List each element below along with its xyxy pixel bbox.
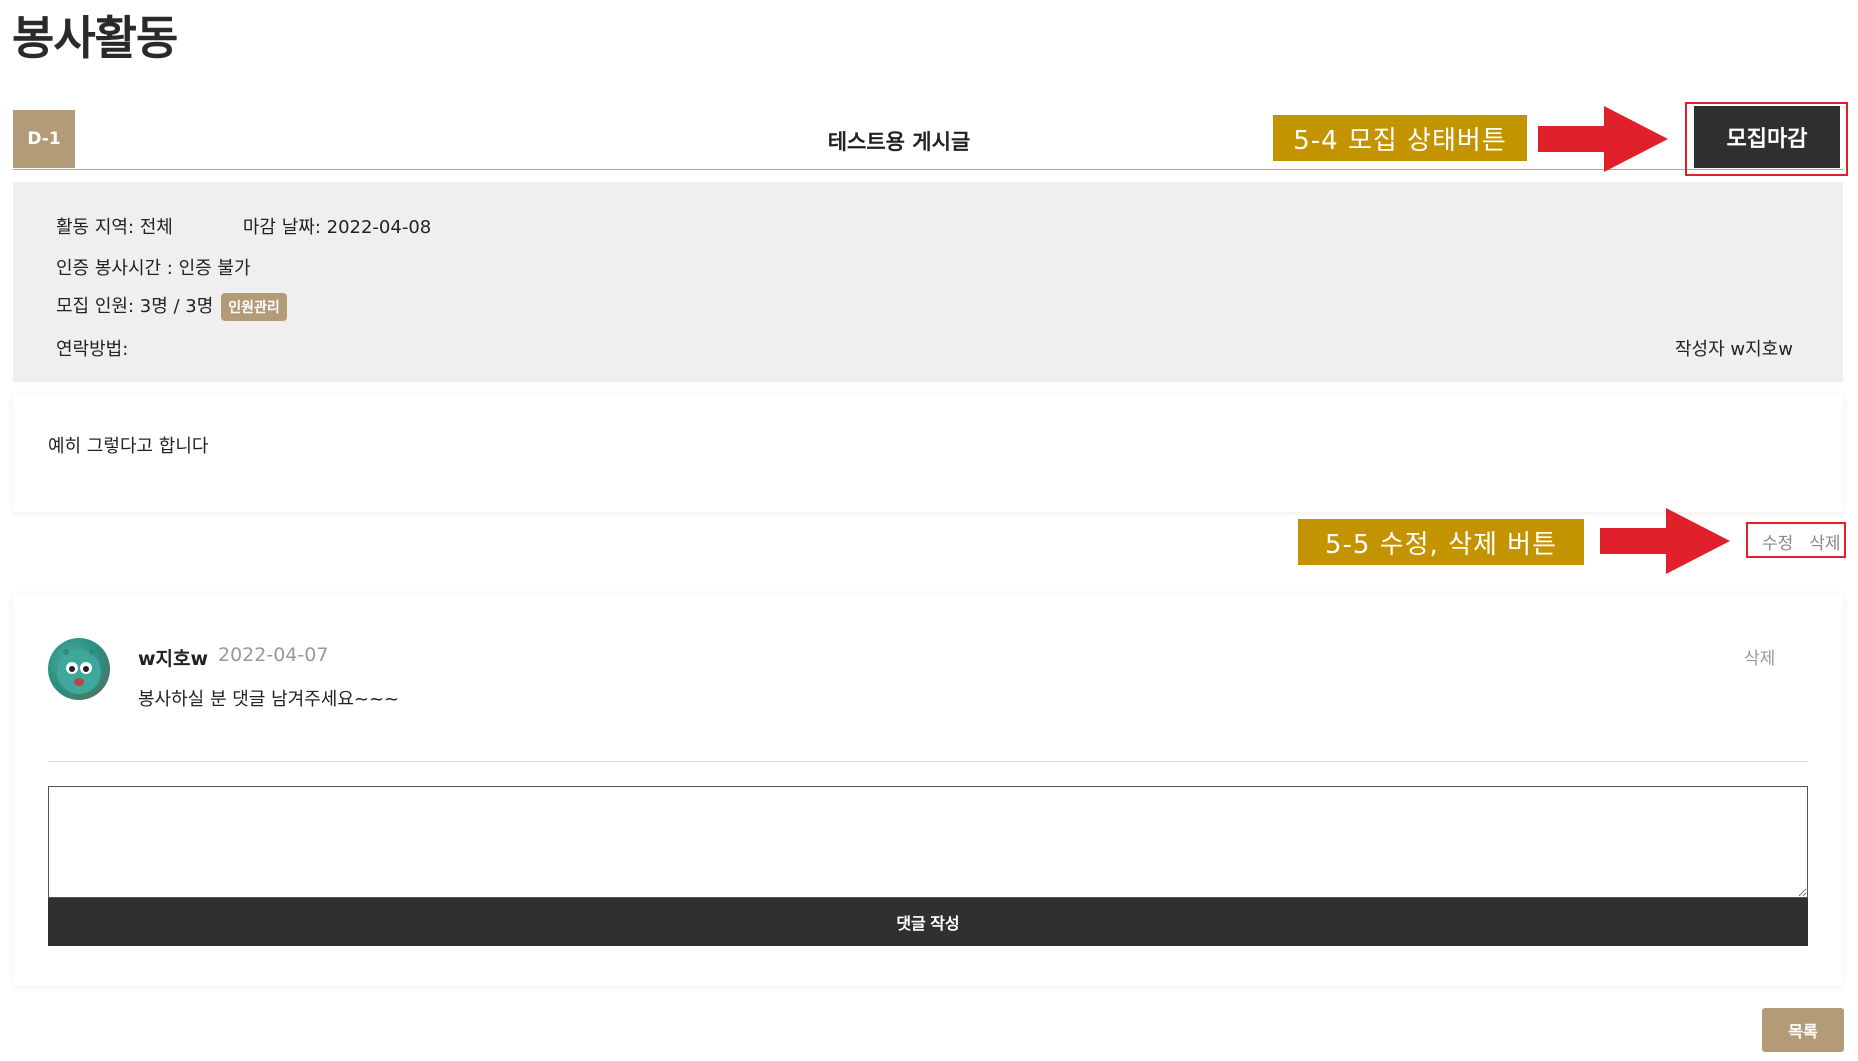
list-button[interactable]: 목록 <box>1762 1008 1844 1052</box>
member-manage-button[interactable]: 인원관리 <box>221 293 287 321</box>
info-cert-hours: 인증 봉사시간 : 인증 불가 <box>56 258 251 279</box>
post-content-card: 예히 그렇다고 합니다 <box>13 394 1843 512</box>
info-panel: 활동 지역: 전체 마감 날짜: 2022-04-08 인증 봉사시간 : 인증 … <box>13 182 1843 382</box>
annotation-arrow-icon <box>1600 508 1730 574</box>
post-content: 예히 그렇다고 합니다 <box>48 436 209 457</box>
info-author: 작성자 w지호w <box>1675 339 1793 360</box>
annotation-recruit-label: 5-4 모집 상태버튼 <box>1273 115 1527 161</box>
annotation-edit-delete-label: 5-5 수정, 삭제 버튼 <box>1298 519 1584 565</box>
annotation-arrow-icon <box>1538 106 1668 172</box>
comment-date: 2022-04-07 <box>218 644 329 666</box>
info-contact: 연락방법: <box>56 339 129 360</box>
comment-text: 봉사하실 분 댓글 남겨주세요~~~ <box>138 689 400 710</box>
info-region: 활동 지역: 전체 <box>56 217 173 238</box>
edit-button[interactable]: 수정 <box>1762 534 1793 554</box>
info-members-row: 모집 인원: 3명 / 3명 인원관리 <box>56 292 287 321</box>
page-title: 봉사활동 <box>12 11 178 65</box>
avatar-character-icon <box>57 649 101 694</box>
comment-submit-button[interactable]: 댓글 작성 <box>48 898 1808 946</box>
info-region-deadline: 활동 지역: 전체 마감 날짜: 2022-04-08 <box>56 213 431 239</box>
avatar <box>48 638 110 700</box>
info-deadline: 마감 날짜: 2022-04-08 <box>242 217 432 238</box>
delete-button[interactable]: 삭제 <box>1809 534 1840 554</box>
comment-delete-button[interactable]: 삭제 <box>1744 644 1775 669</box>
info-members: 모집 인원: 3명 / 3명 <box>56 296 214 317</box>
edit-delete-group: 수정 삭제 <box>1762 529 1857 554</box>
comment-section: w지호w 2022-04-07 삭제 봉사하실 분 댓글 남겨주세요~~~ 댓글… <box>13 594 1843 986</box>
recruit-status-button[interactable]: 모집마감 <box>1694 106 1840 168</box>
comment-input[interactable] <box>48 786 1808 898</box>
comment-divider <box>48 761 1808 762</box>
comment-author: w지호w <box>138 648 209 670</box>
